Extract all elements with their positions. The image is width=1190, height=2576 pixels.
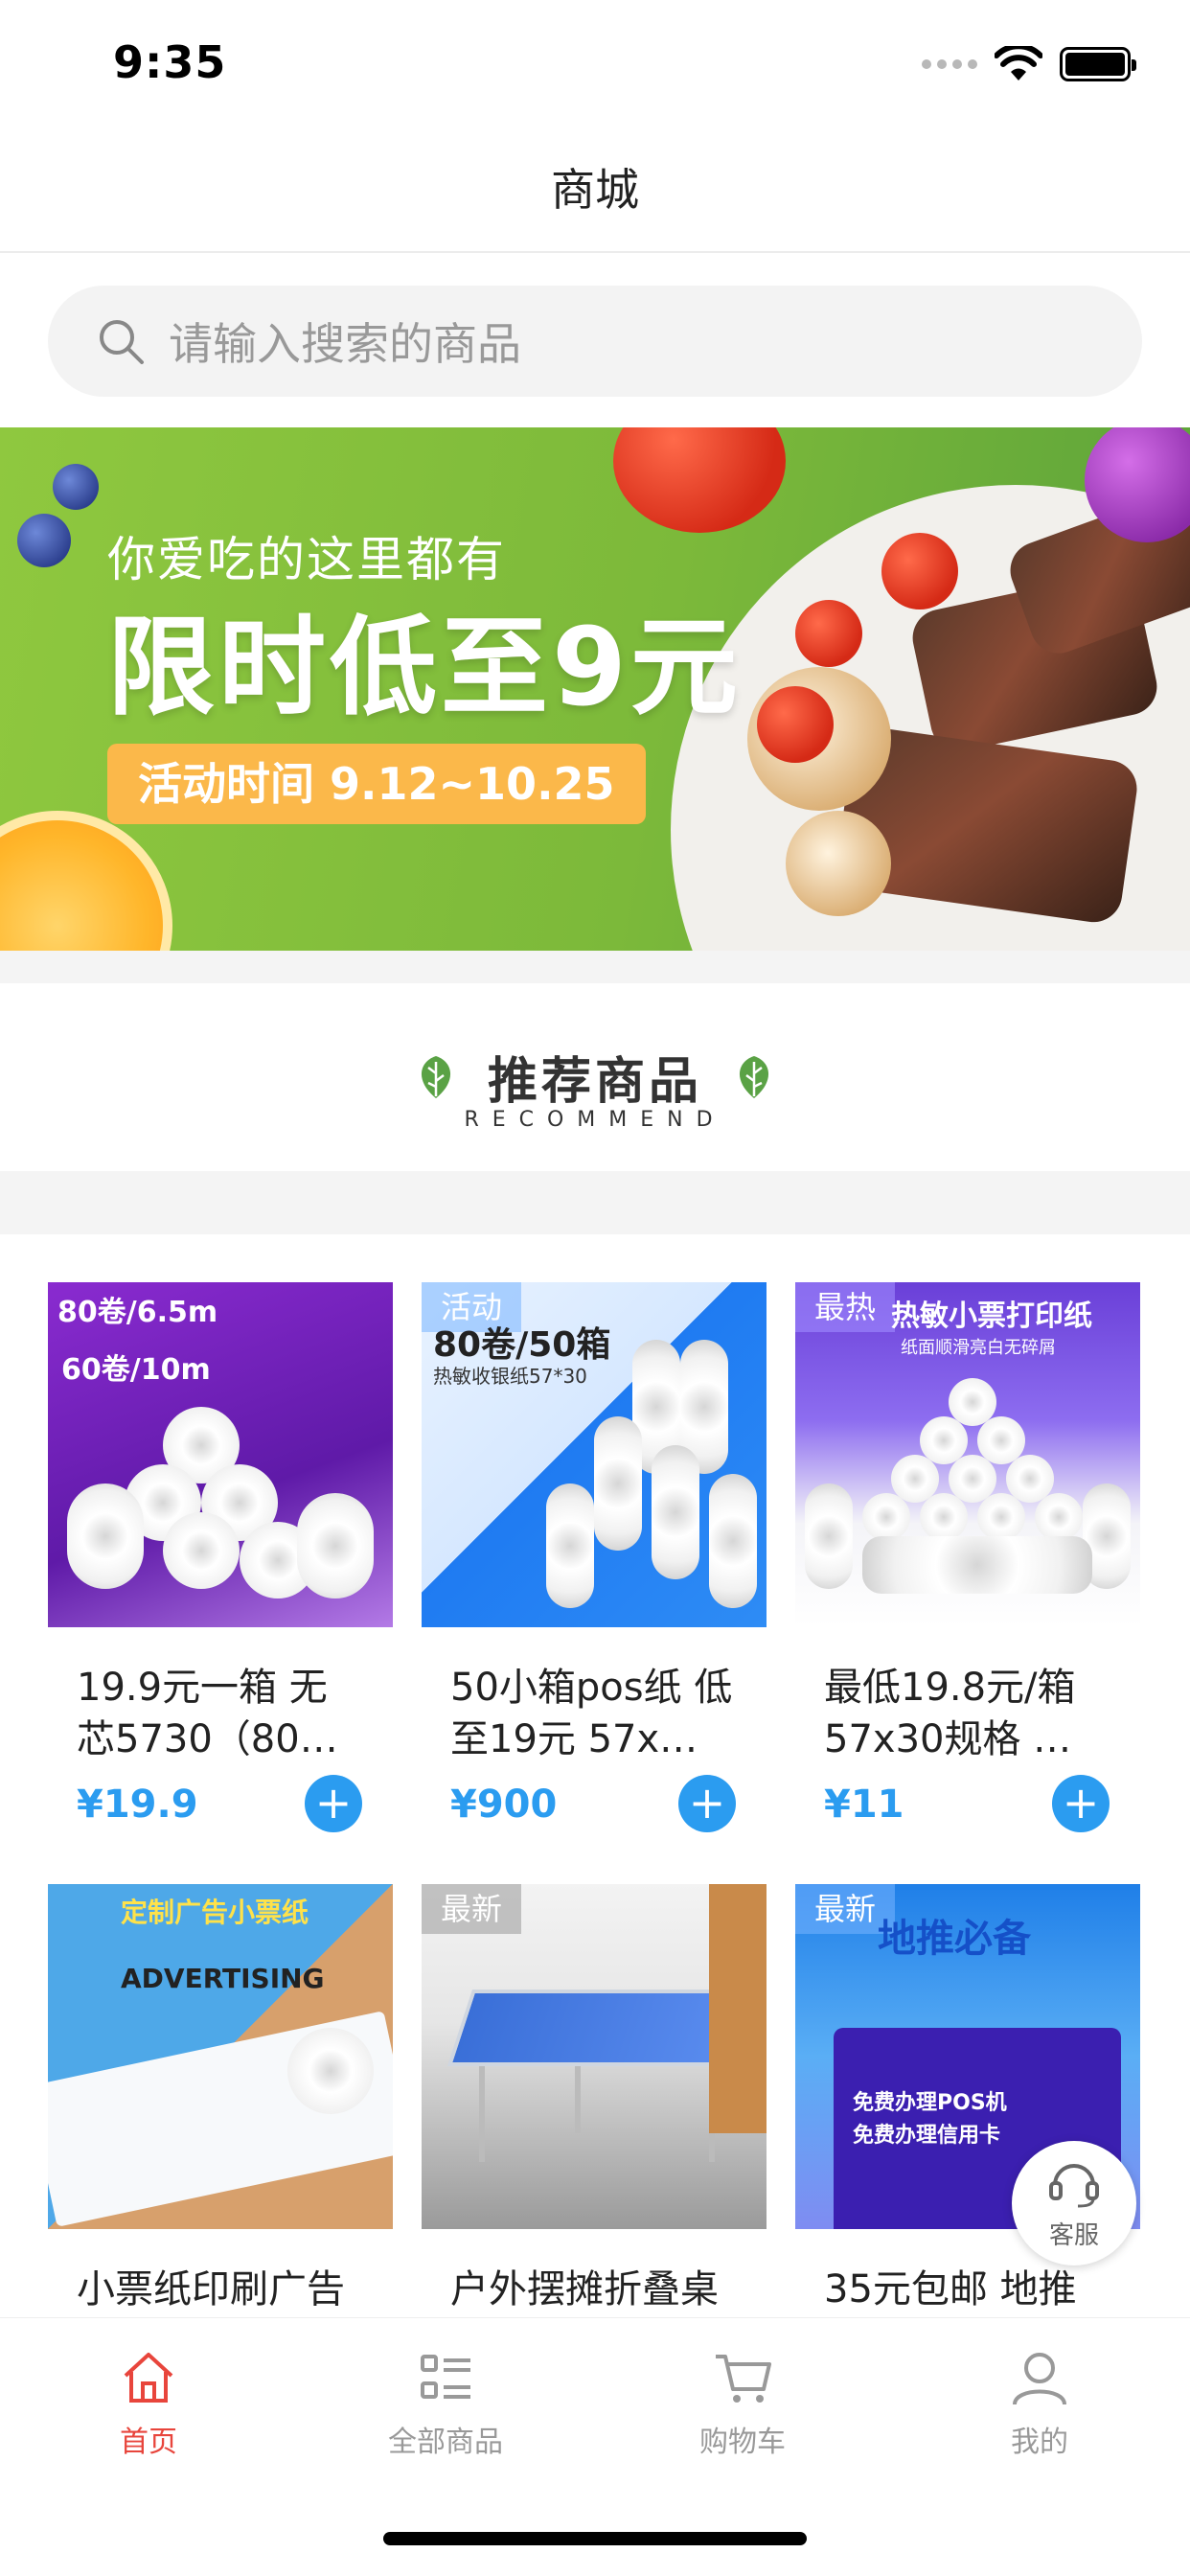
paper-roll-image [709,1474,757,1608]
product-name: 小票纸印刷广告 [77,2267,345,2312]
banner-date-badge: 活动时间 9.12~10.25 [107,744,646,824]
tomato-image [795,600,862,667]
product-image-text: 热敏小票打印纸 [891,1300,1092,1333]
product-image-text: 80卷/50箱 [433,1325,611,1365]
tab-label: 我的 [1011,2426,1068,2459]
wifi-icon [995,46,1042,80]
onion-image [786,811,891,916]
divider [0,1171,1190,1234]
add-to-cart-button[interactable]: + [305,1775,362,1832]
status-time: 9:35 [113,36,227,88]
product-name: 19.9元一箱 无芯5730（80… [77,1666,338,1761]
paper-roll-image [862,1536,1092,1594]
product-tag: 最热 [795,1282,896,1332]
paper-roll-image [805,1484,853,1589]
paper-roll-image [1035,1493,1083,1541]
product-image-text: 定制广告小票纸 [121,1897,309,1928]
paper-roll-image [594,1416,642,1551]
recommend-header: 推荐商品 RECOMMEND [0,983,1190,1171]
product-image: 活动 80卷/50箱 热敏收银纸57*30 [422,1282,767,1627]
product-image-text: 免费办理信用卡 [853,2124,1001,2148]
tomato-image [613,427,786,533]
tab-label: 全部商品 [388,2426,503,2459]
recommend-subtitle: RECOMMEND [464,1108,726,1132]
add-to-cart-button[interactable]: + [1052,1775,1110,1832]
table-leg-image [479,2066,485,2162]
product-card[interactable]: 最热 热敏小票打印纸 纸面顺滑亮白无碎屑 最低19.8元/箱 57x30规格 …… [795,1282,1140,1848]
cart-icon [716,2355,771,2403]
paper-roll-image [977,1493,1025,1541]
product-card[interactable]: 80卷/6.5m 60卷/10m 19.9元一箱 无芯5730（80… ¥19.… [48,1282,393,1848]
paper-roll-image [862,1493,910,1541]
product-price: ¥900 [450,1782,558,1827]
product-image: 最热 热敏小票打印纸 纸面顺滑亮白无碎屑 [795,1282,1140,1627]
tab-label: 首页 [120,2426,177,2459]
paper-roll-image [546,1484,594,1608]
home-indicator [383,2532,807,2545]
page-title: 商城 [551,164,639,216]
product-image: 80卷/6.5m 60卷/10m [48,1282,393,1627]
tab-me[interactable]: 我的 [891,2347,1188,2460]
product-image: 最新 [422,1884,767,2229]
leaf-icon [739,1055,769,1098]
tab-cart[interactable]: 购物车 [594,2347,891,2460]
blueberry-image [53,464,99,510]
product-image-text: 免费办理POS机 [853,2091,1007,2115]
home-icon [124,2353,173,2403]
paper-roll-image [287,2028,374,2114]
status-bar: 9:35 [0,0,1190,126]
customer-service-button[interactable]: 客服 [1012,2141,1136,2266]
headset-icon [1049,2164,1099,2208]
product-image-text: ADVERTISING [121,1963,325,1994]
tab-all-products[interactable]: 全部商品 [297,2347,594,2460]
shelf-image [709,1884,767,2133]
user-icon [1013,2353,1066,2405]
product-name: 50小箱pos纸 低至19元 57x… [450,1666,733,1761]
paper-roll-image [297,1493,374,1598]
blueberry-image [17,514,71,567]
product-image: 定制广告小票纸 ADVERTISING [48,1884,393,2229]
product-image-text: 纸面顺滑亮白无碎屑 [901,1338,1056,1358]
signal-icon [922,59,977,69]
search-section: 请输入搜索的商品 [0,255,1190,427]
paper-roll-image [67,1484,144,1589]
product-name: 户外摆摊折叠桌 [450,2267,719,2312]
add-to-cart-button[interactable]: + [678,1775,736,1832]
recommend-title: 推荐商品 [487,1053,702,1111]
promo-banner[interactable]: 你爱吃的这里都有 限时低至9元 活动时间 9.12~10.25 [0,427,1190,951]
product-name: 最低19.8元/箱 57x30规格 … [824,1666,1076,1761]
battery-icon [1060,47,1136,81]
search-icon [100,320,144,364]
orange-image [0,811,172,951]
product-card[interactable]: 最新 户外摆摊折叠桌 [422,1884,767,2317]
leaf-icon [421,1055,451,1098]
paper-roll-image [920,1493,968,1541]
product-card[interactable]: 定制广告小票纸 ADVERTISING 小票纸印刷广告 [48,1884,393,2317]
status-icons [922,46,1136,82]
search-placeholder: 请输入搜索的商品 [169,318,521,370]
table-image [447,1990,750,2066]
tomato-image [881,533,958,610]
divider [0,951,1190,983]
product-name: 35元包邮 地推 [824,2267,1077,2312]
banner-headline: 限时低至9元 [107,606,742,730]
search-input[interactable]: 请输入搜索的商品 [48,286,1142,397]
product-image-text: 80卷/6.5m [57,1296,218,1329]
product-tag: 最新 [422,1884,522,1934]
tab-home[interactable]: 首页 [0,2347,297,2460]
paper-roll-image [652,1445,699,1579]
nav-bar: 商城 [0,126,1190,253]
tomato-image [757,686,834,763]
product-price: ¥19.9 [77,1782,198,1827]
product-card[interactable]: 活动 80卷/50箱 热敏收银纸57*30 50小箱pos纸 低至19元 57x… [422,1282,767,1848]
product-image-text: 60卷/10m [61,1353,211,1387]
paper-roll-image [163,1512,240,1589]
list-icon [421,2355,470,2399]
product-image-text: 热敏收银纸57*30 [433,1365,587,1388]
product-price: ¥11 [824,1782,904,1827]
customer-service-label: 客服 [1048,2221,1099,2250]
product-image-text: 地推必备 [878,1917,1031,1961]
table-leg-image [575,2066,581,2133]
tab-label: 购物车 [699,2426,786,2459]
